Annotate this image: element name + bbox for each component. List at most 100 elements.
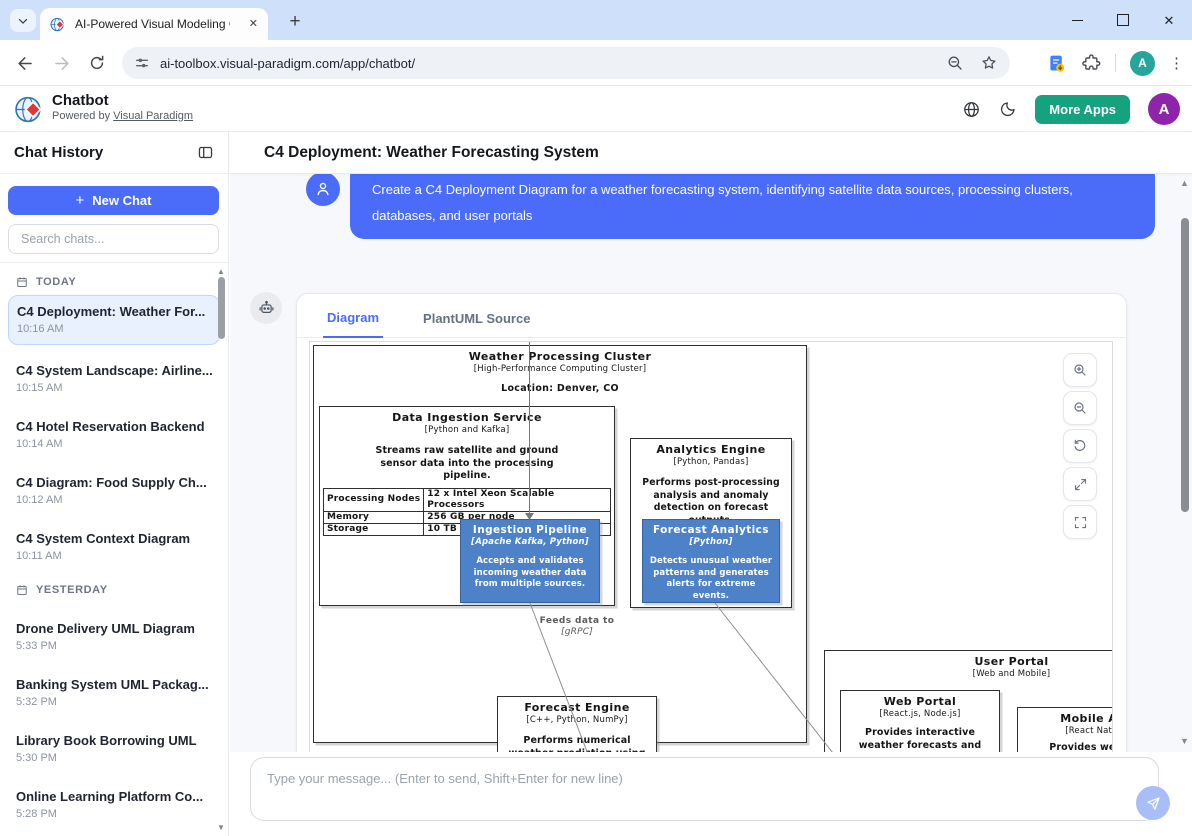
tab-diagram[interactable]: Diagram — [323, 310, 383, 338]
plus-icon: + — [76, 192, 85, 209]
sidebar-collapse-button[interactable] — [197, 144, 214, 161]
chat-history-item[interactable]: C4 Hotel Reservation Backend 10:14 AM — [0, 403, 228, 459]
browser-titlebar: AI-Powered Visual Modeling Ch ✕ + ✕ — [0, 0, 1192, 40]
message-input-area — [230, 752, 1192, 836]
diagram-tabs: Diagram PlantUML Source — [297, 294, 1126, 338]
calendar-icon — [16, 584, 28, 596]
chevron-down-icon — [16, 14, 30, 28]
chat-history-item[interactable]: Drone Delivery UML Diagram 5:33 PM — [0, 599, 228, 661]
person-icon — [314, 180, 332, 198]
chat-area: Create a C4 Deployment Diagram for a wea… — [230, 174, 1192, 752]
chat-history-item[interactable]: Online Learning Platform Co... 5:28 PM — [0, 773, 228, 829]
chat-search — [8, 224, 219, 254]
chat-history-list: TODAY C4 Deployment: Weather For... 10:1… — [0, 263, 228, 836]
user-message-avatar — [306, 174, 340, 206]
fullscreen-brackets-icon — [1073, 515, 1088, 530]
node-mobile-app: Mobile App [React Native] Provides weath… — [1017, 707, 1113, 752]
toolbar-separator — [1115, 54, 1116, 72]
chat-history-item[interactable]: C4 System Context Diagram 10:11 AM — [0, 515, 228, 571]
reset-view-button[interactable] — [1063, 429, 1097, 463]
new-tab-button[interactable]: + — [282, 9, 308, 35]
window-controls: ✕ — [1054, 0, 1192, 40]
zoom-out-page-icon[interactable] — [946, 54, 964, 72]
tab-plantuml-source[interactable]: PlantUML Source — [419, 311, 534, 337]
dark-mode-button[interactable] — [999, 100, 1017, 118]
zoom-in-icon — [1072, 362, 1088, 378]
minimize-icon — [1072, 20, 1083, 21]
diagram-card: Diagram PlantUML Source — [296, 293, 1127, 752]
relation-label: Feeds data to [gRPC] — [497, 616, 657, 637]
scroll-up-icon[interactable]: ▲ — [217, 267, 225, 276]
chat-history-item[interactable]: Library Book Borrowing UML 5:30 PM — [0, 717, 228, 773]
url-text: ai-toolbox.visual-paradigm.com/app/chatb… — [160, 56, 946, 71]
close-button[interactable]: ✕ — [1146, 0, 1192, 40]
sidebar-scrollbar-thumb[interactable] — [218, 277, 225, 339]
diagram-viewport[interactable]: Weather Processing Cluster [High-Perform… — [309, 341, 1113, 752]
back-button[interactable] — [10, 48, 40, 78]
moon-icon — [999, 100, 1017, 118]
main-panel: C4 Deployment: Weather Forecasting Syste… — [230, 132, 1192, 836]
node-forecast-engine: Forecast Engine [C++, Python, NumPy] Per… — [497, 696, 657, 752]
search-chats-input[interactable] — [8, 224, 219, 254]
bookmark-star-icon[interactable] — [980, 54, 998, 72]
assistant-avatar — [250, 292, 282, 324]
browser-tab[interactable]: AI-Powered Visual Modeling Ch ✕ — [40, 8, 268, 40]
message-input[interactable] — [250, 757, 1159, 821]
scroll-down-icon[interactable]: ▼ — [1180, 736, 1189, 746]
app-header: Chatbot Powered by Visual Paradigm More … — [0, 86, 1192, 132]
fullscreen-button[interactable] — [1063, 505, 1097, 539]
calendar-icon — [16, 276, 28, 288]
tab-search-button[interactable] — [10, 9, 36, 32]
address-bar[interactable]: ai-toolbox.visual-paradigm.com/app/chatb… — [122, 47, 1010, 79]
maximize-button[interactable] — [1100, 0, 1146, 40]
back-arrow-icon — [16, 54, 35, 73]
sidebar-scrollbar[interactable]: ▲ ▼ — [216, 263, 228, 836]
sidebar: Chat History + New Chat TODAY C4 Deploym… — [0, 132, 229, 836]
powered-by: Powered by Visual Paradigm — [52, 110, 193, 122]
scroll-up-icon[interactable]: ▲ — [1180, 178, 1189, 188]
reload-button[interactable] — [82, 48, 112, 78]
reading-list-extension-icon[interactable] — [1046, 53, 1067, 74]
section-label-yesterday: YESTERDAY — [16, 581, 228, 599]
forward-arrow-icon — [52, 54, 71, 73]
chat-scrollbar[interactable]: ▲ ▼ — [1178, 174, 1192, 752]
send-plane-icon — [1146, 796, 1161, 811]
zoom-in-button[interactable] — [1063, 353, 1097, 387]
send-button[interactable] — [1136, 786, 1170, 820]
robot-icon — [258, 300, 275, 317]
panel-toggle-icon — [197, 144, 214, 161]
table-row: Processing Nodes 12 x Intel Xeon Scalabl… — [324, 488, 611, 511]
chat-history-item[interactable]: C4 Deployment: Weather For... 10:16 AM — [8, 295, 220, 345]
language-globe-button[interactable] — [962, 100, 981, 119]
browser-profile-avatar[interactable]: A — [1130, 51, 1155, 76]
page-title: C4 Deployment: Weather Forecasting Syste… — [264, 144, 599, 162]
node-web-portal: Web Portal [React.js, Node.js] Provides … — [840, 690, 1000, 752]
visual-paradigm-link[interactable]: Visual Paradigm — [113, 110, 193, 122]
visual-paradigm-logo — [14, 93, 47, 126]
browser-toolbar: ai-toolbox.visual-paradigm.com/app/chatb… — [0, 40, 1192, 86]
tune-icon — [134, 55, 150, 71]
tab-close-icon[interactable]: ✕ — [249, 19, 258, 30]
chat-history-title: Chat History — [14, 144, 103, 161]
user-message-bubble: Create a C4 Deployment Diagram for a wea… — [350, 174, 1155, 239]
reload-icon — [88, 54, 106, 72]
zoom-out-button[interactable] — [1063, 391, 1097, 425]
forward-button[interactable] — [46, 48, 76, 78]
node-forecast-analytics: Forecast Analytics [Python] Detects unus… — [642, 519, 780, 603]
new-chat-button[interactable]: + New Chat — [8, 186, 219, 215]
reset-rotate-icon — [1072, 438, 1088, 454]
more-apps-button[interactable]: More Apps — [1035, 95, 1130, 124]
chat-history-item[interactable]: C4 System Landscape: Airline... 10:15 AM — [0, 347, 228, 403]
extensions-puzzle-icon[interactable] — [1081, 53, 1101, 73]
chat-history-item[interactable]: Banking System UML Packag... 5:32 PM — [0, 661, 228, 717]
user-account-avatar[interactable]: A — [1148, 93, 1180, 125]
diagram-controls — [1063, 353, 1097, 539]
chat-scrollbar-thumb[interactable] — [1181, 218, 1189, 512]
browser-menu-icon[interactable]: ⋮ — [1169, 54, 1184, 72]
chat-history-item[interactable]: C4 Diagram: Food Supply Ch... 10:12 AM — [0, 459, 228, 515]
close-icon: ✕ — [1164, 14, 1175, 27]
scroll-down-icon[interactable]: ▼ — [217, 823, 225, 832]
minimize-button[interactable] — [1054, 0, 1100, 40]
section-label-today: TODAY — [16, 273, 228, 291]
expand-button[interactable] — [1063, 467, 1097, 501]
